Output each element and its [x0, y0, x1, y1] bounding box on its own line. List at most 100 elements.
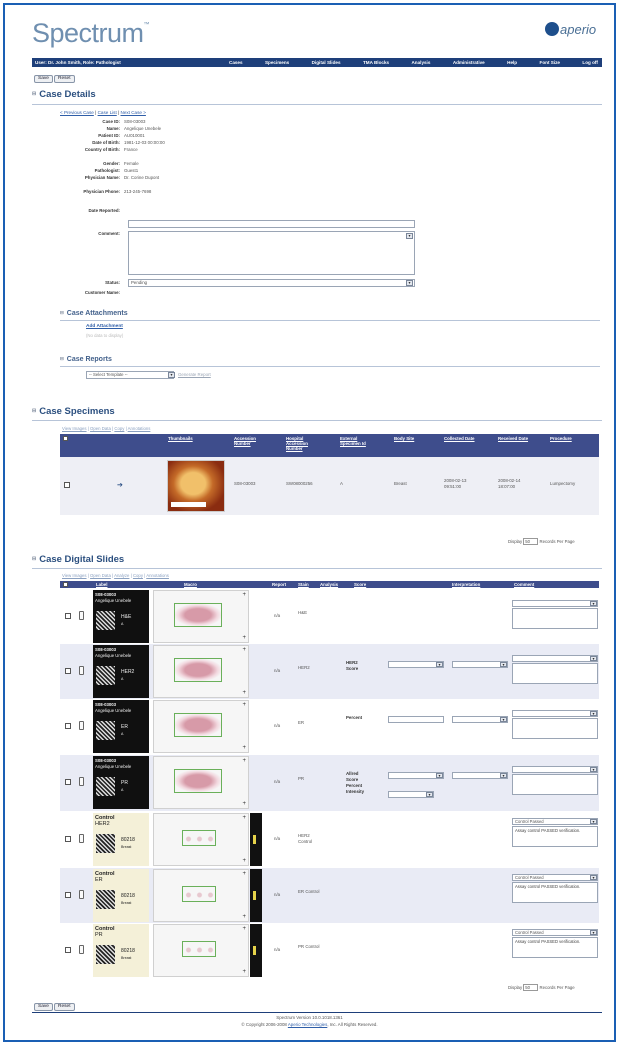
case-attachments-heading[interactable]: ⊟ Case Attachments: [60, 310, 128, 317]
col-label[interactable]: Label: [96, 582, 107, 587]
slide-label-image[interactable]: Control PR 80218 Breast: [93, 924, 149, 977]
comment-textarea[interactable]: [512, 718, 598, 739]
open-data-link[interactable]: Open Data: [90, 573, 111, 578]
slide-info-icon[interactable]: [79, 890, 84, 899]
annotations-link[interactable]: Annotations: [146, 573, 169, 578]
expand-icon[interactable]: +: [242, 926, 246, 932]
slide-label-image[interactable]: Control ER 80218 Breast: [93, 869, 149, 922]
col-external-specimen-id[interactable]: External Specimen Id: [340, 436, 376, 446]
interpretation-chevron-icon[interactable]: ▾: [500, 773, 507, 778]
intensity-chevron-icon[interactable]: ▾: [426, 792, 433, 797]
reset-button-bottom[interactable]: Reset: [54, 1003, 75, 1011]
control-status-select[interactable]: Control Passed: [512, 874, 598, 881]
view-images-link[interactable]: View Images: [62, 573, 87, 578]
col-accession-number[interactable]: Accession Number: [234, 436, 266, 446]
expand-icon[interactable]: +: [242, 592, 246, 598]
status-chevron-icon[interactable]: ▾: [406, 280, 413, 286]
save-button[interactable]: Save: [34, 75, 53, 83]
save-button-bottom[interactable]: Save: [34, 1003, 53, 1011]
col-hospital-accession[interactable]: Hospital Accession Number: [286, 436, 320, 451]
interpretation-chevron-icon[interactable]: ▾: [500, 717, 507, 722]
comment-textarea[interactable]: [512, 774, 598, 795]
expand-icon[interactable]: +: [242, 758, 246, 764]
comment-textarea[interactable]: Assay control PASSED verification.: [512, 937, 598, 958]
col-collected-date[interactable]: Collected Date: [444, 436, 475, 441]
collapse-icon[interactable]: ⊟: [32, 91, 36, 97]
expand-icon[interactable]: +: [242, 801, 246, 807]
expand-icon[interactable]: +: [242, 647, 246, 653]
slide-macro-image[interactable]: + +: [153, 700, 249, 753]
nav-analysis[interactable]: Analysis: [411, 58, 430, 67]
case-reports-heading[interactable]: ⊟ Case Reports: [60, 356, 112, 363]
comment-chevron-icon[interactable]: ▾: [590, 656, 597, 661]
slide-label-image[interactable]: S08-03003 Angelique Unebele ER A: [93, 700, 149, 753]
expand-icon[interactable]: +: [242, 969, 246, 975]
annotations-link[interactable]: Annotations: [128, 426, 151, 431]
control-status-select[interactable]: Control Passed: [512, 818, 598, 825]
slide-label-image[interactable]: S08-03003 Angelique Unebele PR A: [93, 756, 149, 809]
expand-icon[interactable]: +: [242, 690, 246, 696]
expand-icon[interactable]: +: [242, 815, 246, 821]
nav-administrative[interactable]: Administrative: [453, 58, 485, 67]
score-input[interactable]: [388, 716, 444, 723]
next-case-link[interactable]: Next Case >: [121, 110, 146, 115]
status-select[interactable]: Pending: [128, 279, 415, 287]
slide-info-icon[interactable]: [79, 611, 84, 620]
col-macro[interactable]: Macro: [184, 582, 197, 587]
control-status-chevron-icon[interactable]: ▾: [590, 875, 597, 880]
col-received-date[interactable]: Received Date: [498, 436, 528, 441]
copy-link[interactable]: Copy: [133, 573, 143, 578]
slide-info-icon[interactable]: [79, 945, 84, 954]
comment-select[interactable]: [512, 766, 598, 773]
slide-macro-image[interactable]: + +: [153, 869, 249, 922]
specimen-checkbox[interactable]: [64, 482, 70, 488]
slide-checkbox[interactable]: [65, 779, 71, 785]
score-chevron-icon[interactable]: ▾: [436, 662, 443, 667]
nav-cases[interactable]: Cases: [229, 58, 243, 67]
collapse-icon[interactable]: ⊟: [60, 356, 64, 361]
comment-select[interactable]: [512, 655, 598, 662]
slide-label-image[interactable]: Control HER2 80218 Breast: [93, 813, 149, 866]
expand-icon[interactable]: +: [242, 702, 246, 708]
specimen-detail-icon[interactable]: ➔: [117, 481, 123, 489]
slide-info-icon[interactable]: [79, 721, 84, 730]
comment-textarea[interactable]: [128, 231, 415, 275]
reset-button[interactable]: Reset: [54, 75, 75, 83]
slide-info-icon[interactable]: [79, 666, 84, 675]
slide-label-image[interactable]: S08-03003 Angelique Unebele H&E A: [93, 590, 149, 643]
col-stain[interactable]: Stain: [298, 582, 309, 587]
copy-link[interactable]: Copy: [114, 426, 124, 431]
view-images-link[interactable]: View Images: [62, 426, 87, 431]
collapse-icon[interactable]: ⊟: [60, 310, 64, 315]
report-template-chevron-icon[interactable]: ▾: [168, 372, 175, 378]
specimen-thumbnail[interactable]: [167, 460, 225, 512]
comment-select[interactable]: [512, 600, 598, 607]
comment-chevron-icon[interactable]: ▾: [590, 767, 597, 772]
analyze-link[interactable]: Analyze: [114, 573, 129, 578]
comment-chevron-icon[interactable]: ▾: [590, 601, 597, 606]
case-details-heading[interactable]: ⊟ Case Details: [32, 89, 96, 100]
nav-tma-blocks[interactable]: TMA Blocks: [363, 58, 389, 67]
slide-checkbox[interactable]: [65, 836, 71, 842]
expand-icon[interactable]: +: [242, 745, 246, 751]
col-analysis[interactable]: Analysis: [320, 582, 338, 587]
select-all-checkbox[interactable]: [63, 436, 68, 441]
date-reported-input[interactable]: [128, 220, 415, 228]
collapse-icon[interactable]: ⊟: [32, 556, 36, 562]
slide-macro-image[interactable]: + +: [153, 756, 249, 809]
report-template-select[interactable]: -- Select Template --: [86, 371, 174, 379]
select-all-checkbox[interactable]: [63, 582, 68, 587]
case-specimens-heading[interactable]: ⊟ Case Specimens: [32, 406, 115, 417]
slide-info-icon[interactable]: [79, 777, 84, 786]
expand-icon[interactable]: +: [242, 871, 246, 877]
slide-checkbox[interactable]: [65, 613, 71, 619]
slide-macro-image[interactable]: + +: [153, 590, 249, 643]
company-link[interactable]: Aperio Technologies: [288, 1022, 327, 1027]
open-data-link[interactable]: Open Data: [90, 426, 111, 431]
case-list-link[interactable]: Case List: [98, 110, 117, 115]
collapse-icon[interactable]: ⊟: [32, 408, 36, 414]
control-status-chevron-icon[interactable]: ▾: [590, 930, 597, 935]
slide-checkbox[interactable]: [65, 892, 71, 898]
records-per-page-input[interactable]: 50: [523, 538, 539, 545]
col-score[interactable]: Score: [354, 582, 366, 587]
